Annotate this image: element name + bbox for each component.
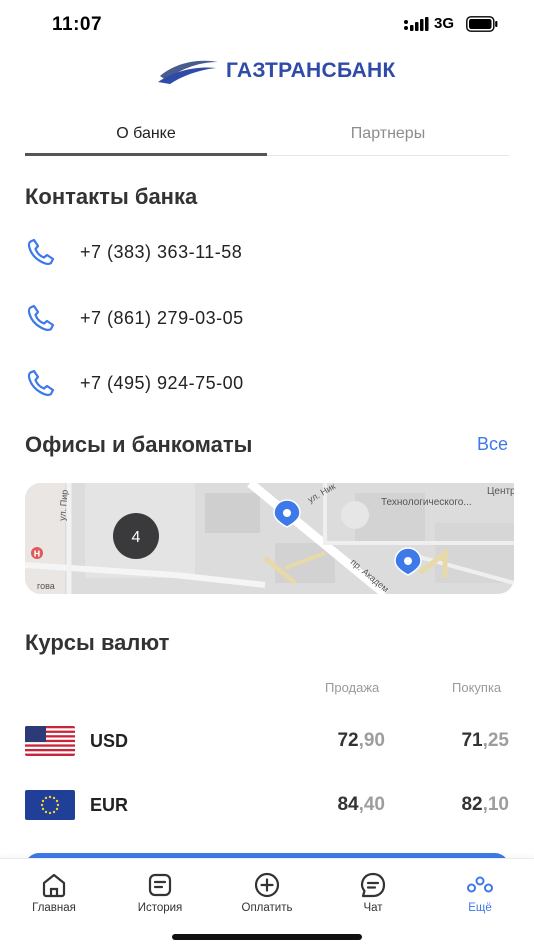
signal-icon [404, 17, 429, 31]
eu-flag-icon [25, 790, 75, 820]
nav-history[interactable]: История [120, 871, 200, 914]
map-cluster-count: 4 [132, 529, 141, 546]
currency-code: USD [90, 731, 129, 751]
nav-home[interactable]: Главная [14, 871, 94, 914]
phone-number: +7 (383) 363-11-58 [80, 241, 243, 262]
nav-label: История [137, 902, 183, 914]
chat-icon [360, 872, 386, 898]
nav-label: Чат [363, 902, 383, 914]
usd-buy-rate: 71,25 [461, 730, 509, 751]
nav-label: Главная [32, 902, 76, 914]
eur-buy-rate: 82,10 [461, 794, 509, 815]
rate-row-eur: EUR 84,40 82,10 [25, 790, 509, 826]
home-icon [42, 873, 66, 898]
more-icon [467, 876, 493, 893]
history-icon [148, 873, 172, 897]
map-label: Центр [487, 486, 514, 497]
nav-chat[interactable]: Чат [333, 871, 413, 914]
nav-label: Ещё [468, 902, 492, 914]
nav-label: Оплатить [241, 902, 293, 914]
bank-logo-icon [158, 60, 218, 84]
map-canvas: H ул. Пир ул. Ник пр. Академ Центр Техно… [25, 483, 514, 594]
bank-logo: ГАЗТРАНСБАНК [156, 54, 396, 88]
usa-flag-icon [25, 726, 75, 756]
contact-phone-2[interactable]: +7 (861) 279-03-05 [25, 298, 509, 338]
phone-icon [27, 238, 55, 265]
offices-title: Офисы и банкоматы [25, 432, 253, 457]
phone-number: +7 (861) 279-03-05 [80, 307, 244, 328]
rates-buy-header: Покупка [452, 680, 502, 695]
eur-sell-rate: 84,40 [337, 794, 385, 815]
status-bar: 11:07 3G [0, 0, 534, 48]
map-label: гова [37, 581, 55, 591]
currency-code: EUR [90, 795, 129, 815]
battery-icon [466, 16, 498, 32]
tab-about-bank[interactable]: О банке [25, 112, 267, 156]
home-indicator [172, 934, 362, 940]
tab-partners[interactable]: Партнеры [267, 112, 509, 155]
nav-more[interactable]: Ещё [440, 871, 520, 914]
status-time: 11:07 [52, 14, 103, 35]
rates-title: Курсы валют [25, 630, 170, 655]
offices-all-link[interactable]: Все [477, 434, 508, 455]
offices-map[interactable]: H ул. Пир ул. Ник пр. Академ Центр Техно… [25, 483, 514, 594]
contact-phone-3[interactable]: +7 (495) 924-75-00 [25, 363, 509, 403]
contacts-title: Контакты банка [25, 184, 198, 209]
network-type: 3G [434, 15, 455, 32]
map-label: Технологического... [381, 497, 472, 508]
pay-icon [254, 872, 280, 898]
phone-number: +7 (495) 924-75-00 [80, 372, 244, 393]
phone-icon [27, 304, 55, 331]
rate-row-usd: USD 72,90 71,25 [25, 726, 509, 762]
bank-logo-text: ГАЗТРАНСБАНК [226, 59, 396, 82]
nav-pay[interactable]: Оплатить [227, 871, 307, 914]
svg-text:H: H [34, 550, 41, 559]
tab-bar: О банке Партнеры [25, 112, 509, 156]
phone-icon [27, 369, 55, 396]
contact-phone-1[interactable]: +7 (383) 363-11-58 [25, 232, 509, 272]
rates-sell-header: Продажа [325, 680, 380, 695]
usd-sell-rate: 72,90 [337, 730, 385, 751]
